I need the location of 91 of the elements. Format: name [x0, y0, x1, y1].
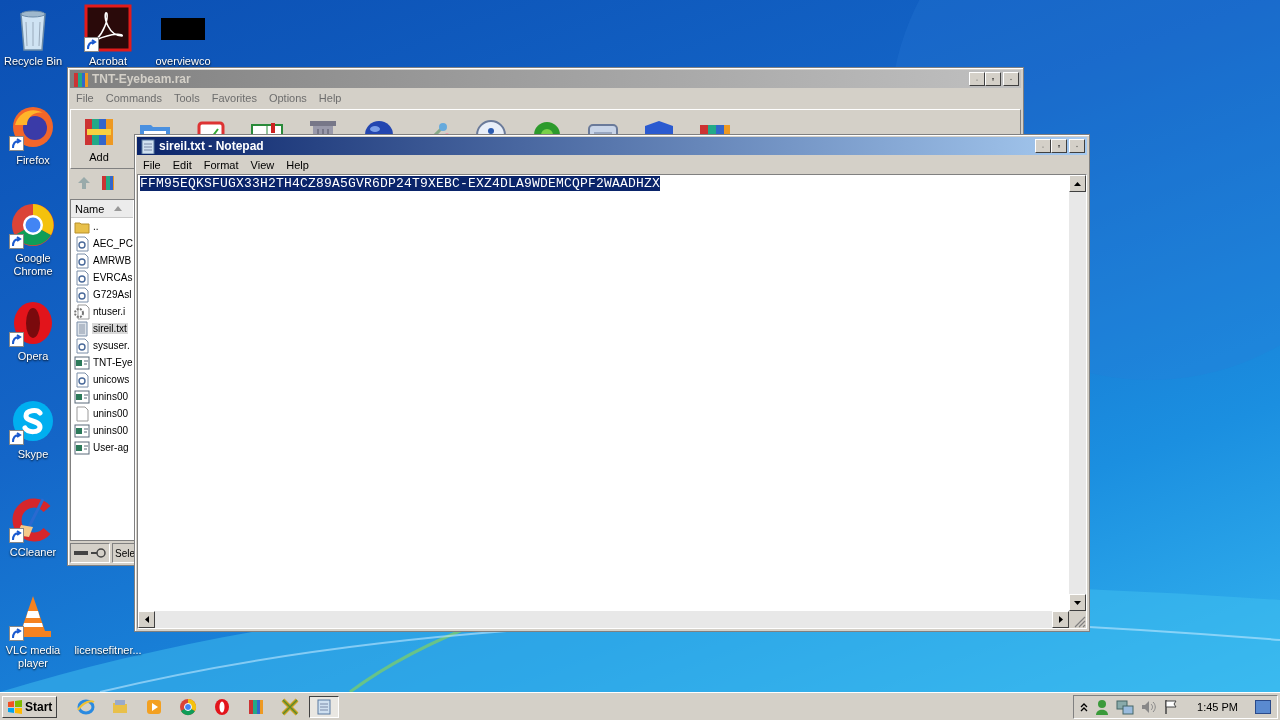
down-arrow-icon[interactable] [1074, 599, 1081, 606]
menu-item[interactable]: Favorites [205, 91, 263, 104]
right-arrow-icon[interactable] [1057, 616, 1064, 623]
menu-item[interactable]: Tools [168, 91, 206, 104]
icon-label[interactable]: Firefox [16, 154, 50, 167]
maximize-button[interactable] [985, 72, 1001, 86]
size-grip[interactable] [1069, 611, 1086, 628]
close-button[interactable] [1069, 139, 1085, 153]
media-player-icon [145, 697, 164, 716]
maximize-button[interactable] [1051, 139, 1067, 153]
network-icon[interactable] [1116, 698, 1135, 715]
flag-icon[interactable] [1164, 698, 1179, 715]
file-name[interactable]: sireil.txt [92, 323, 128, 334]
menu-item[interactable]: Options [262, 91, 313, 104]
program-icon [74, 422, 90, 439]
program-icon [74, 439, 90, 456]
scroll-up-button[interactable] [1069, 175, 1086, 192]
file-name[interactable]: G729Asl [92, 289, 133, 300]
text-file-icon [74, 320, 90, 337]
icon-label[interactable]: Opera [17, 350, 49, 363]
menu-item[interactable]: View [244, 158, 281, 171]
menu-item[interactable]: Help [280, 158, 315, 171]
minimize-button[interactable] [1035, 139, 1051, 153]
file-name[interactable]: unins00 [92, 425, 130, 436]
file-name[interactable]: AEC_PC [92, 238, 134, 249]
file-name[interactable]: unicows [92, 374, 131, 385]
archive-books-icon [72, 71, 88, 87]
column-label: Name [75, 202, 105, 215]
column-header[interactable]: Name [71, 200, 133, 218]
file-name[interactable]: User-ag [92, 442, 130, 453]
file-name[interactable]: unins00 [92, 408, 130, 419]
document-app-icon[interactable] [84, 4, 132, 52]
menu-item[interactable]: Edit [166, 158, 198, 171]
icon-label[interactable]: Acrobat [89, 55, 127, 68]
horizontal-scrollbar[interactable] [138, 611, 1069, 628]
archive-books-icon [247, 697, 266, 716]
browser-icon [77, 697, 96, 716]
left-arrow-icon[interactable] [143, 616, 150, 623]
icon-label[interactable]: CCleaner [9, 546, 57, 559]
chevron-icon[interactable] [1080, 701, 1089, 712]
scroll-right-button[interactable] [1052, 611, 1069, 628]
settings-file-icon [74, 269, 90, 286]
browser-icon [213, 697, 232, 716]
crossed-tools-icon [281, 697, 300, 716]
browser-icon [179, 697, 198, 716]
file-name[interactable]: TNT-Eye [92, 357, 134, 368]
up-arrow-icon[interactable] [1074, 180, 1081, 187]
show-desktop-icon[interactable] [1255, 699, 1271, 714]
menu-item[interactable]: File [137, 158, 167, 171]
clock[interactable]: 1:45 PM [1197, 700, 1238, 713]
icon-label[interactable]: licensefitner... [74, 644, 142, 657]
folder-icon [111, 697, 130, 716]
program-icon [74, 354, 90, 371]
taskbar-button[interactable] [309, 695, 340, 718]
file-name[interactable]: AMRWB [92, 255, 133, 266]
menu-item[interactable]: Format [197, 158, 245, 171]
settings-file-icon [74, 286, 90, 303]
browser-icon[interactable] [9, 201, 57, 249]
icon-label[interactable]: VLC media player [0, 644, 66, 670]
icon-label[interactable]: Recycle Bin [3, 55, 63, 68]
settings-file-icon [74, 235, 90, 252]
settings-file-icon [74, 252, 90, 269]
status-icons [70, 543, 110, 563]
windows-logo-icon [7, 699, 23, 714]
icon-label[interactable]: Skype [17, 448, 49, 461]
icon-label[interactable]: overviewco [155, 55, 211, 68]
icon-label[interactable]: Google Chrome [0, 252, 66, 278]
file-name[interactable]: unins00 [92, 391, 130, 402]
gear-file-icon [74, 303, 90, 320]
settings-file-icon [74, 337, 90, 354]
file-name[interactable]: sysuser. [92, 340, 131, 351]
program-icon [74, 388, 90, 405]
window-title: sireil.txt - Notepad [159, 139, 265, 153]
notepad-icon [315, 697, 334, 716]
notepad-icon [139, 138, 155, 154]
sort-arrow-icon [114, 206, 123, 211]
window-title: TNT-Eyebeam.rar [92, 72, 192, 86]
vertical-scrollbar[interactable] [1069, 175, 1086, 611]
minimize-button[interactable] [969, 72, 985, 86]
scroll-left-button[interactable] [138, 611, 155, 628]
file-name[interactable]: ntuser.i [92, 306, 127, 317]
archive-books-icon [100, 174, 114, 192]
file-name[interactable]: .. [92, 221, 100, 232]
blank-file-icon [74, 405, 90, 422]
toolbar-label[interactable]: Add [89, 151, 109, 163]
settings-file-icon [74, 371, 90, 388]
scroll-down-button[interactable] [1069, 594, 1086, 611]
start-button[interactable]: Start [2, 695, 58, 718]
close-button[interactable] [1003, 72, 1019, 86]
menu-item[interactable]: Commands [99, 91, 168, 104]
file-name[interactable]: EVRCAs [92, 272, 134, 283]
